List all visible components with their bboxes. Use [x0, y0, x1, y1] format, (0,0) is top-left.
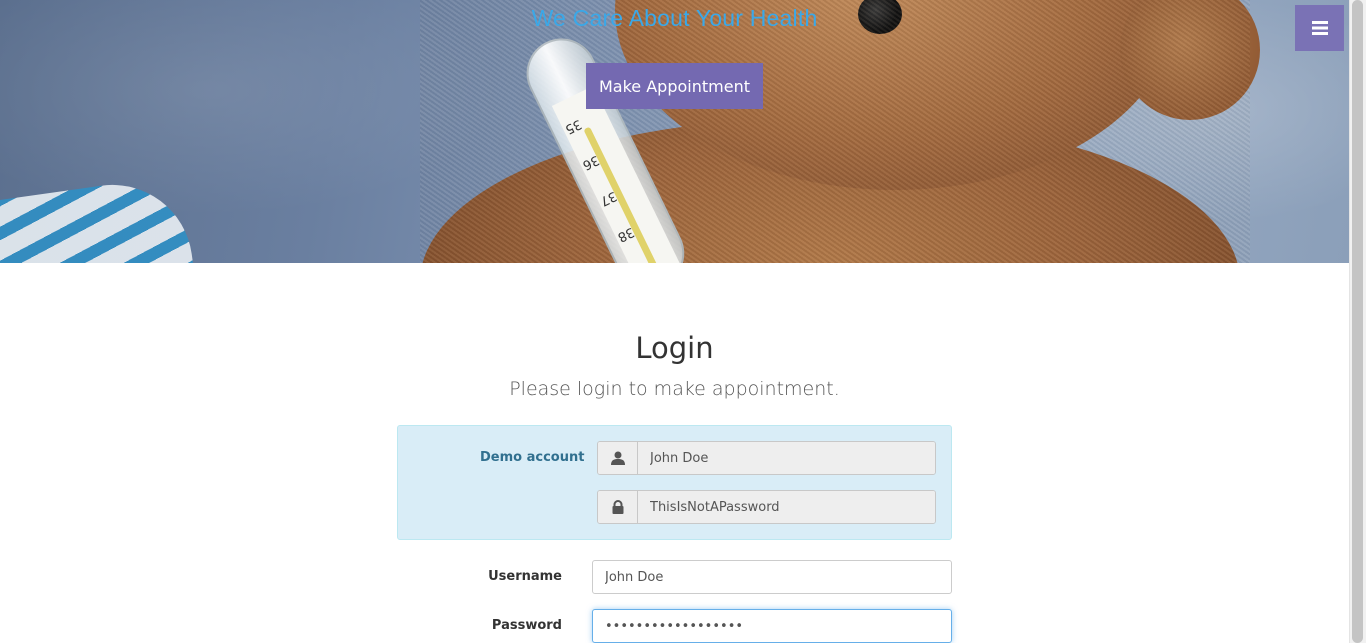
make-appointment-button[interactable]: Make Appointment: [586, 63, 763, 109]
demo-password-field[interactable]: [638, 491, 935, 523]
lock-icon: [598, 491, 638, 523]
page: 35 36 37 38 We Care About Your Health Ma…: [0, 0, 1366, 643]
username-label: Username: [488, 569, 562, 584]
demo-username-field[interactable]: [638, 442, 935, 474]
fur-texture: [420, 0, 1250, 263]
password-input[interactable]: [592, 609, 952, 643]
menu-toggle-button[interactable]: [1295, 5, 1344, 51]
hamburger-icon: [1311, 21, 1328, 35]
demo-account-label: Demo account: [480, 450, 585, 465]
login-subheading: Please login to make appointment.: [509, 378, 840, 400]
login-heading: Login: [635, 331, 714, 365]
password-label: Password: [491, 618, 562, 633]
demo-username-group: [597, 441, 936, 475]
username-input[interactable]: [592, 560, 952, 594]
demo-password-group: [597, 490, 936, 524]
user-icon: [598, 442, 638, 474]
scrollbar-thumb[interactable]: [1352, 0, 1363, 643]
hero-title: We Care About Your Health: [531, 5, 818, 31]
hero-banner: 35 36 37 38 We Care About Your Health Ma…: [0, 0, 1349, 263]
